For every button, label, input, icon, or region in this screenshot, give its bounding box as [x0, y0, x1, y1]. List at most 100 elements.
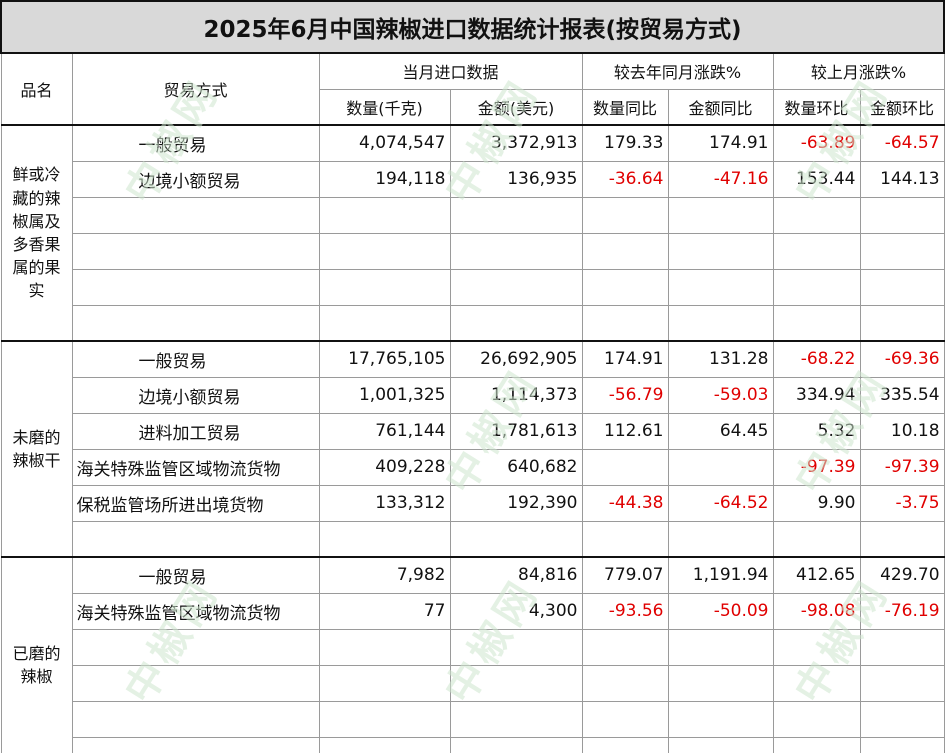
empty-cell	[859, 268, 945, 306]
empty-cell	[667, 268, 774, 306]
cell-qty-mom: -68.22	[772, 340, 861, 378]
empty-cell	[449, 520, 583, 558]
cell-qty-yoy: 779.07	[581, 556, 669, 594]
cell-amt-mom: 10.18	[859, 412, 945, 450]
header-product: 品名	[0, 52, 73, 126]
blank-row	[1, 304, 945, 342]
cell-qty-mom: -97.39	[772, 448, 861, 486]
cell-qty: 4,074,547	[318, 124, 451, 162]
cell-amt-mom: -3.75	[859, 484, 945, 522]
cell-qty-mom: 153.44	[772, 160, 861, 198]
cell-amt-yoy: -59.03	[667, 376, 774, 414]
empty-cell	[71, 196, 320, 234]
trade-mode-cell: 进料加工贸易	[71, 412, 320, 450]
cell-qty: 194,118	[318, 160, 451, 198]
table-row: 边境小额贸易 194,118 136,935 -36.64 -47.16 153.44 14…	[1, 160, 945, 198]
blank-row	[1, 520, 945, 558]
cell-amt: 1,781,613	[449, 412, 583, 450]
cell-amt: 26,692,905	[449, 340, 583, 378]
cell-qty-yoy: 112.61	[581, 412, 669, 450]
header-current-month: 当月进口数据	[318, 52, 583, 90]
cell-qty-yoy	[581, 448, 669, 486]
header-trade-mode: 贸易方式	[71, 52, 320, 126]
empty-cell	[859, 304, 945, 342]
empty-cell	[859, 232, 945, 270]
empty-cell	[667, 664, 774, 702]
empty-cell	[449, 232, 583, 270]
table-row: 保税监管场所进出境货物 133,312 192,390 -44.38 -64.52 9.9…	[1, 484, 945, 522]
empty-cell	[449, 700, 583, 738]
cell-amt: 1,114,373	[449, 376, 583, 414]
empty-cell	[318, 700, 451, 738]
trade-mode-cell: 保税监管场所进出境货物	[71, 484, 320, 522]
empty-cell	[449, 196, 583, 234]
empty-cell	[667, 628, 774, 666]
cell-qty: 1,001,325	[318, 376, 451, 414]
empty-cell	[772, 736, 861, 753]
cell-amt-mom: 335.54	[859, 376, 945, 414]
cell-qty-mom: -63.89	[772, 124, 861, 162]
empty-cell	[772, 304, 861, 342]
trade-mode-cell: 一般贸易	[71, 340, 320, 378]
empty-cell	[581, 232, 669, 270]
empty-cell	[71, 664, 320, 702]
cell-amt-mom: 144.13	[859, 160, 945, 198]
cell-amt: 136,935	[449, 160, 583, 198]
empty-cell	[772, 700, 861, 738]
cell-amt: 3,372,913	[449, 124, 583, 162]
empty-cell	[318, 196, 451, 234]
empty-cell	[581, 304, 669, 342]
trade-mode-cell: 一般贸易	[71, 124, 320, 162]
blank-row	[1, 664, 945, 702]
empty-cell	[772, 196, 861, 234]
header-yoy: 较去年同月涨跌%	[581, 52, 774, 90]
empty-cell	[667, 196, 774, 234]
empty-cell	[318, 736, 451, 753]
cell-qty-mom: 412.65	[772, 556, 861, 594]
header-amt: 金额(美元)	[449, 88, 583, 126]
blank-row	[1, 268, 945, 306]
trade-mode-cell: 边境小额贸易	[71, 160, 320, 198]
blank-row	[1, 700, 945, 738]
empty-cell	[859, 628, 945, 666]
import-report-table: 2025年6月中国辣椒进口数据统计报表(按贸易方式) 品名 贸易方式 当月进口数…	[0, 0, 945, 753]
cell-amt-yoy: -50.09	[667, 592, 774, 630]
empty-cell	[772, 268, 861, 306]
empty-cell	[318, 628, 451, 666]
report-sheet: 2025年6月中国辣椒进口数据统计报表(按贸易方式) 品名 贸易方式 当月进口数…	[0, 0, 945, 753]
cell-amt-yoy	[667, 448, 774, 486]
cell-amt: 192,390	[449, 484, 583, 522]
header-amt-mom: 金额环比	[859, 88, 945, 126]
empty-cell	[581, 628, 669, 666]
cell-qty: 409,228	[318, 448, 451, 486]
cell-qty-yoy: -93.56	[581, 592, 669, 630]
cell-qty-yoy: 179.33	[581, 124, 669, 162]
empty-cell	[859, 520, 945, 558]
empty-cell	[318, 664, 451, 702]
empty-cell	[71, 520, 320, 558]
cell-qty-yoy: -36.64	[581, 160, 669, 198]
blank-row	[1, 736, 945, 753]
empty-cell	[667, 736, 774, 753]
empty-cell	[318, 304, 451, 342]
table-row: 鲜或冷藏的辣椒属及多香果属的果实 一般贸易 4,074,547 3,372,913 17…	[0, 124, 945, 342]
empty-cell	[859, 736, 945, 753]
trade-mode-cell: 海关特殊监管区域物流货物	[71, 448, 320, 486]
cell-qty: 17,765,105	[318, 340, 451, 378]
empty-cell	[71, 268, 320, 306]
cell-qty-mom: 9.90	[772, 484, 861, 522]
header-qty-mom: 数量环比	[772, 88, 861, 126]
header-qty: 数量(千克)	[318, 88, 451, 126]
cell-amt: 4,300	[449, 592, 583, 630]
cell-amt-mom: 429.70	[859, 556, 945, 594]
cell-qty-mom: 5.32	[772, 412, 861, 450]
empty-cell	[318, 232, 451, 270]
cell-amt: 84,816	[449, 556, 583, 594]
empty-cell	[449, 304, 583, 342]
cell-amt-mom: -76.19	[859, 592, 945, 630]
empty-cell	[581, 736, 669, 753]
table-row: 海关特殊监管区域物流货物 409,228 640,682 -97.39 -97.39	[1, 448, 945, 486]
report-title: 2025年6月中国辣椒进口数据统计报表(按贸易方式)	[0, 0, 945, 54]
empty-cell	[71, 304, 320, 342]
trade-mode-cell: 一般贸易	[71, 556, 320, 594]
